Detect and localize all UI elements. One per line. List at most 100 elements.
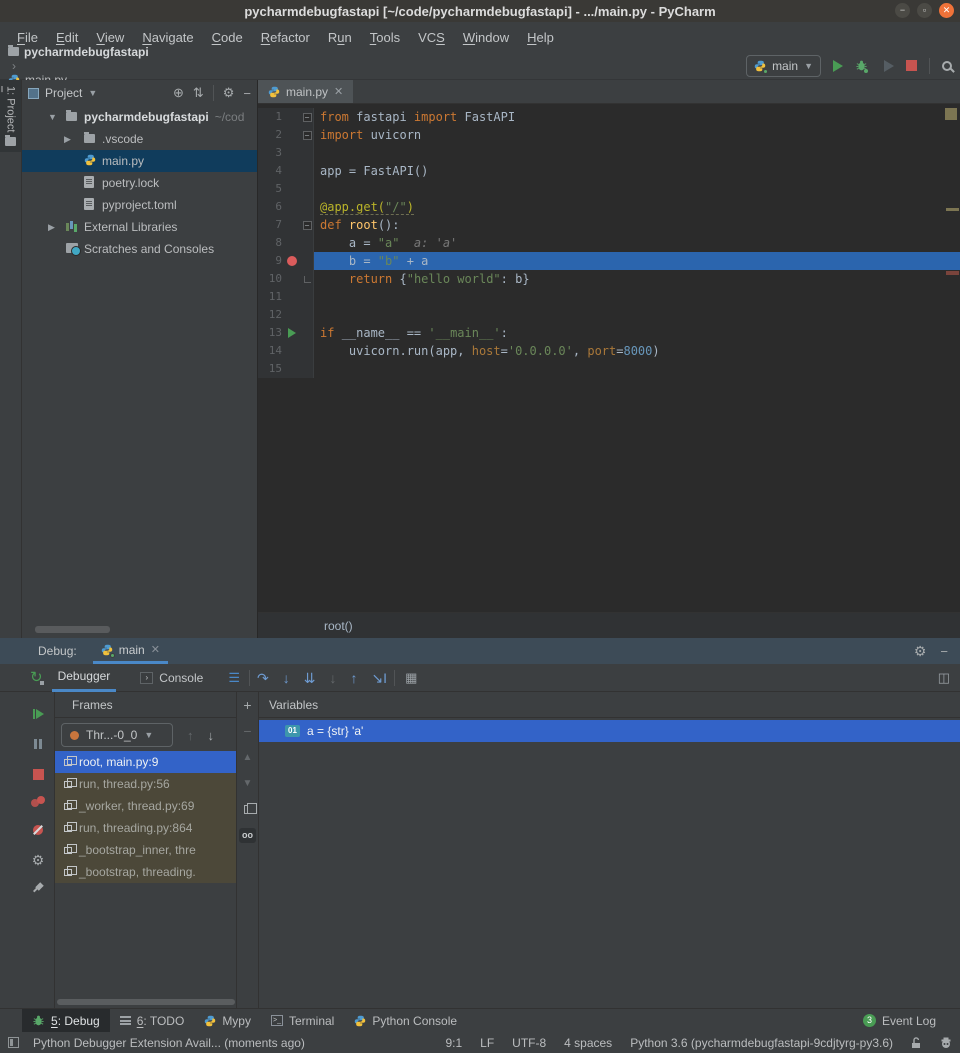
- step-out-icon[interactable]: ↑: [350, 671, 357, 685]
- tree-item-pycharmdebugfastapi[interactable]: ▼pycharmdebugfastapi~/cod: [22, 106, 257, 128]
- tab-debugger[interactable]: Debugger: [52, 664, 117, 692]
- frame-row[interactable]: _bootstrap_inner, thre: [55, 839, 236, 861]
- debug-button[interactable]: [855, 59, 872, 72]
- code-line-6[interactable]: 6@app.get("/"): [258, 198, 960, 216]
- code-line-3[interactable]: 3: [258, 144, 960, 162]
- code-line-2[interactable]: 2−import uvicorn: [258, 126, 960, 144]
- unlock-icon[interactable]: [911, 1037, 922, 1049]
- file-encoding[interactable]: UTF-8: [512, 1036, 546, 1050]
- gutter-line-1[interactable]: 1−: [258, 108, 314, 126]
- tree-item-external-libraries[interactable]: ▶External Libraries: [22, 216, 257, 238]
- tool-window-button-terminal[interactable]: >_Terminal: [261, 1009, 344, 1033]
- gutter-line-10[interactable]: 10: [258, 270, 314, 288]
- stop-icon[interactable]: [33, 769, 44, 780]
- tree-item--vscode[interactable]: ▶.vscode: [22, 128, 257, 150]
- python-interpreter[interactable]: Python 3.6 (pycharmdebugfastapi-9cdjtyrg…: [630, 1036, 893, 1050]
- gutter-line-13[interactable]: 13: [258, 324, 314, 342]
- code-line-4[interactable]: 4app = FastAPI(): [258, 162, 960, 180]
- close-icon[interactable]: ✕: [151, 643, 160, 656]
- code-line-12[interactable]: 12: [258, 306, 960, 324]
- menu-vcs[interactable]: VCS: [409, 26, 454, 49]
- run-button[interactable]: [833, 60, 843, 72]
- pin-tab-icon[interactable]: [32, 882, 44, 894]
- tool-window-button-5-debug[interactable]: 5: Debug: [22, 1009, 110, 1033]
- gutter-line-5[interactable]: 5: [258, 180, 314, 198]
- chevron-right-icon[interactable]: ▶: [48, 222, 55, 233]
- step-over-icon[interactable]: ↷: [257, 671, 269, 685]
- tool-stripe--project[interactable]: 1: Project: [0, 80, 21, 152]
- fold-icon[interactable]: −: [303, 131, 312, 140]
- debugger-settings-icon[interactable]: ⚙: [32, 852, 45, 868]
- tree-item-scratches-and-consoles[interactable]: Scratches and Consoles: [22, 238, 257, 260]
- code-line-7[interactable]: 7−def root():: [258, 216, 960, 234]
- gutter-line-12[interactable]: 12: [258, 306, 314, 324]
- code-line-14[interactable]: 14 uvicorn.run(app, host='0.0.0.0', port…: [258, 342, 960, 360]
- chevron-down-icon[interactable]: ▼: [88, 88, 97, 98]
- close-icon[interactable]: ✕: [334, 85, 343, 98]
- collapse-all-icon[interactable]: ⇅: [193, 85, 204, 101]
- code-line-8[interactable]: 8 a = "a" a: 'a': [258, 234, 960, 252]
- code-line-15[interactable]: 15: [258, 360, 960, 378]
- move-up-icon[interactable]: ▲: [237, 744, 258, 770]
- code-line-9[interactable]: 9 b = "b" + a: [258, 252, 960, 270]
- code-line-13[interactable]: 13if __name__ == '__main__':: [258, 324, 960, 342]
- editor-tab-main-py[interactable]: main.py ✕: [258, 80, 353, 103]
- previous-frame-icon[interactable]: ↑: [187, 728, 194, 743]
- menu-window[interactable]: Window: [454, 26, 518, 49]
- tool-window-button-mypy[interactable]: Mypy: [194, 1009, 261, 1033]
- thread-selector[interactable]: Thr...-0_0 ▼: [61, 723, 173, 747]
- stop-button[interactable]: [906, 60, 917, 71]
- gutter-line-7[interactable]: 7−: [258, 216, 314, 234]
- chevron-down-icon[interactable]: ▼: [48, 112, 57, 122]
- gutter-line-4[interactable]: 4: [258, 162, 314, 180]
- menu-code[interactable]: Code: [203, 26, 252, 49]
- gear-icon[interactable]: ⚙: [223, 85, 235, 101]
- tool-window-button-python-console[interactable]: Python Console: [344, 1009, 467, 1033]
- breakpoint-icon[interactable]: [287, 256, 297, 266]
- code-editor[interactable]: 1−from fastapi import FastAPI2−import uv…: [258, 104, 960, 612]
- editor-breadcrumb[interactable]: root(): [258, 612, 960, 638]
- code-line-11[interactable]: 11: [258, 288, 960, 306]
- code-line-10[interactable]: 10 return {"hello world": b}: [258, 270, 960, 288]
- layout-settings-icon[interactable]: ☰: [228, 670, 239, 686]
- fold-icon[interactable]: −: [303, 113, 312, 122]
- breadcrumb-root[interactable]: root(): [324, 619, 353, 633]
- menu-tools[interactable]: Tools: [361, 26, 409, 49]
- step-into-my-code-icon[interactable]: ↓: [329, 671, 336, 685]
- close-button[interactable]: ✕: [939, 3, 954, 18]
- minimize-button[interactable]: −: [895, 3, 910, 18]
- code-line-5[interactable]: 5: [258, 180, 960, 198]
- frame-row[interactable]: _bootstrap, threading.: [55, 861, 236, 883]
- gutter-line-11[interactable]: 11: [258, 288, 314, 306]
- fold-icon[interactable]: −: [303, 221, 312, 230]
- frame-row[interactable]: run, thread.py:56: [55, 773, 236, 795]
- frames-horizontal-scrollbar[interactable]: [57, 999, 235, 1005]
- mute-breakpoints-icon[interactable]: [33, 825, 43, 835]
- force-step-into-icon[interactable]: ⇊: [304, 671, 316, 685]
- frame-row[interactable]: root, main.py:9: [55, 751, 236, 773]
- gutter-line-2[interactable]: 2−: [258, 126, 314, 144]
- inspection-indicator[interactable]: [945, 108, 957, 120]
- project-horizontal-scrollbar[interactable]: [35, 626, 110, 633]
- run-configuration-select[interactable]: main ▼: [746, 55, 821, 77]
- next-frame-icon[interactable]: ↓: [208, 728, 215, 743]
- project-panel-title[interactable]: Project: [45, 86, 82, 100]
- run-with-coverage-button[interactable]: [884, 60, 894, 72]
- hide-panel-icon[interactable]: −: [243, 86, 251, 101]
- code-line-1[interactable]: 1−from fastapi import FastAPI: [258, 108, 960, 126]
- gutter-line-8[interactable]: 8: [258, 234, 314, 252]
- pause-program-icon[interactable]: [34, 736, 42, 752]
- breakpoint-stripe-mark[interactable]: [946, 271, 959, 275]
- run-to-cursor-icon[interactable]: ↘I: [371, 671, 387, 685]
- indent-setting[interactable]: 4 spaces: [564, 1036, 612, 1050]
- tree-item-poetry-lock[interactable]: poetry.lock: [22, 172, 257, 194]
- tool-window-button-6-todo[interactable]: 6: TODO: [110, 1009, 195, 1033]
- gutter-line-15[interactable]: 15: [258, 360, 314, 378]
- evaluate-expression-icon[interactable]: ▦: [405, 670, 417, 686]
- run-line-icon[interactable]: [288, 328, 296, 338]
- remove-watch-icon[interactable]: −: [237, 718, 258, 744]
- fold-end-icon[interactable]: [304, 276, 311, 283]
- menu-refactor[interactable]: Refactor: [252, 26, 319, 49]
- tree-item-pyproject-toml[interactable]: pyproject.toml: [22, 194, 257, 216]
- variable-row[interactable]: 01a = {str} 'a': [259, 720, 960, 742]
